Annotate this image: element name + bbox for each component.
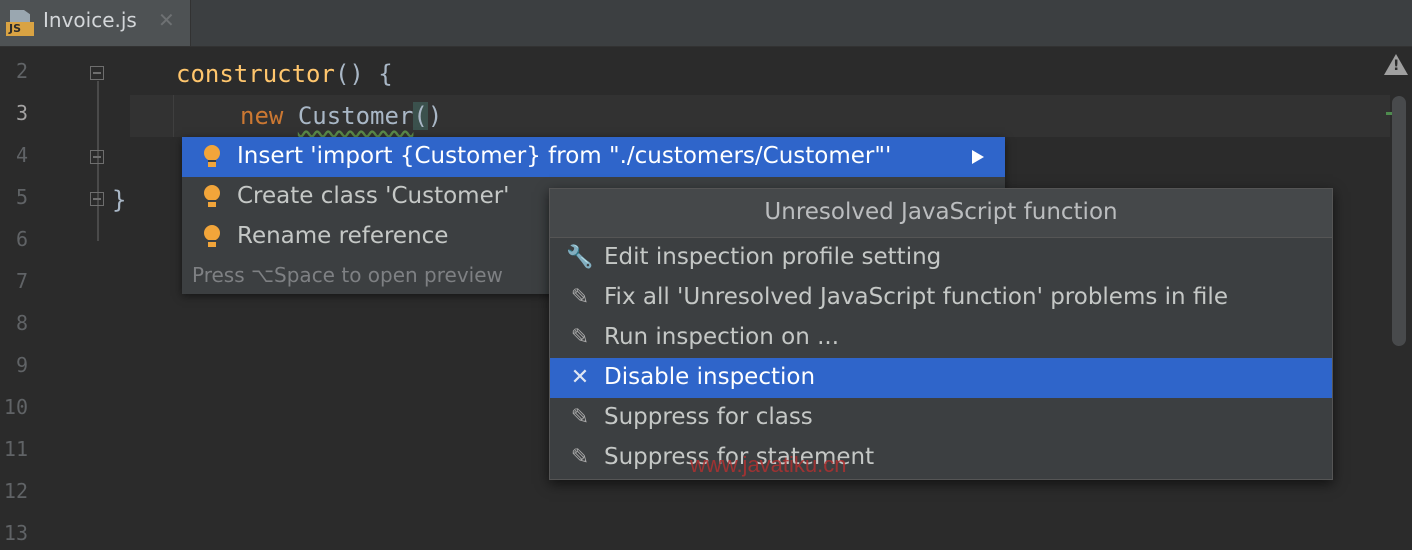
line-number: 8 [15,311,28,335]
code-line-3[interactable]: new Customer() [240,102,442,130]
popup-header: Unresolved JavaScript function [550,189,1332,238]
line-number: 9 [15,353,28,377]
close-icon: ✕ [570,365,590,390]
inspection-options-popup: Unresolved JavaScript function 🔧 Edit in… [549,188,1333,480]
fold-collapse-icon[interactable] [90,66,104,80]
menu-item-edit-profile[interactable]: 🔧 Edit inspection profile setting [550,238,1332,278]
line-number: 11 [3,437,28,461]
line-number: 7 [15,269,28,293]
intention-item-label: Insert 'import {Customer} from "./custom… [237,143,892,169]
intention-item-insert-import[interactable]: Insert 'import {Customer} from "./custom… [182,137,1005,177]
line-number-gutter: 2 3 4 5 6 7 8 9 10 11 12 13 [0,47,130,550]
menu-item-suppress-class[interactable]: ✎ Suppress for class [550,398,1332,438]
edit-icon: ✎ [570,325,590,350]
menu-item-disable-inspection[interactable]: ✕ Disable inspection [550,358,1332,398]
indent-guide [173,95,174,137]
menu-item-fix-all[interactable]: ✎ Fix all 'Unresolved JavaScript functio… [550,278,1332,318]
wrench-icon: 🔧 [566,245,594,270]
line-number: 12 [3,479,28,503]
menu-item-label: Run inspection on ... [604,324,840,350]
menu-item-label: Edit inspection profile setting [604,244,942,270]
intention-item-label: Rename reference [237,223,449,249]
fold-collapse-icon[interactable] [90,192,104,206]
edit-icon: ✎ [570,445,590,470]
lightbulb-icon [204,225,220,249]
close-icon[interactable]: ✕ [158,8,175,32]
tab-invoice-js[interactable]: JS Invoice.js ✕ [0,0,191,46]
code-line-5[interactable]: } [112,186,126,214]
tab-title: Invoice.js [43,8,137,32]
menu-item-label: Fix all 'Unresolved JavaScript function'… [604,284,1228,310]
line-number: 2 [15,59,28,83]
code-line-2[interactable]: constructor() { [176,60,393,88]
fold-collapse-icon[interactable] [90,150,104,164]
edit-icon: ✎ [570,285,590,310]
unresolved-reference: Customer [297,102,414,130]
line-number: 4 [15,143,28,167]
edit-icon: ✎ [570,405,590,430]
warning-icon[interactable]: ! [1384,54,1408,75]
menu-item-suppress-statement[interactable]: ✎ Suppress for statement [550,438,1332,478]
menu-item-run-inspection[interactable]: ✎ Run inspection on ... [550,318,1332,358]
line-number: 6 [15,227,28,251]
javascript-file-icon: JS [6,10,34,36]
line-number: 10 [3,395,28,419]
submenu-arrow-icon [972,150,984,164]
vertical-scrollbar[interactable] [1392,96,1406,346]
menu-item-label: Disable inspection [604,364,816,390]
popup-hint: Press ⌥Space to open preview [192,263,503,287]
intention-item-label: Create class 'Customer' [237,183,510,209]
menu-item-label: Suppress for class [604,404,813,430]
editor-tab-bar: JS Invoice.js ✕ [0,0,1412,47]
lightbulb-icon [204,185,220,209]
line-number: 3 [15,101,28,125]
watermark: www.javatiku.cn [690,452,847,477]
line-number: 13 [3,521,28,545]
popup-title: Unresolved JavaScript function [764,199,1118,225]
lightbulb-icon [204,145,220,169]
line-number: 5 [15,185,28,209]
